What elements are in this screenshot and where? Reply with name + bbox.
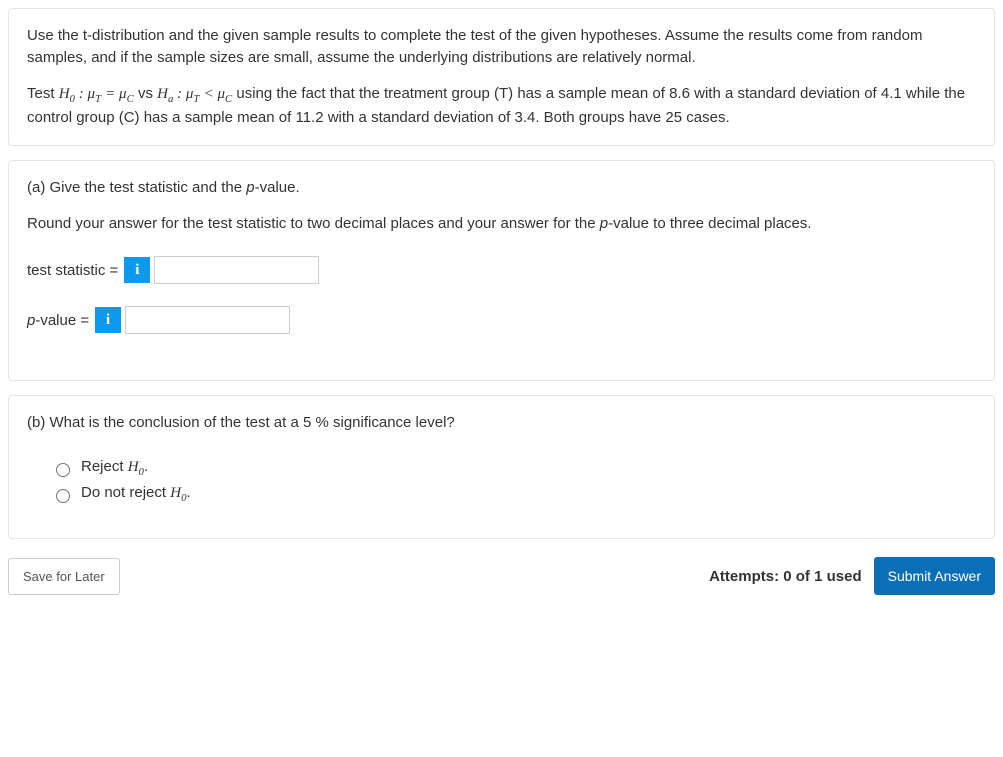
colon2: : bbox=[177, 86, 186, 102]
test-prefix: Test bbox=[27, 85, 59, 102]
radio-do-not-reject[interactable] bbox=[56, 489, 70, 503]
attempts-text: Attempts: 0 of 1 used bbox=[709, 568, 862, 585]
vs-text: vs bbox=[138, 85, 157, 102]
intro-paragraph-1: Use the t-distribution and the given sam… bbox=[27, 25, 976, 69]
H0: H0 bbox=[59, 86, 79, 102]
part-a-panel: (a) Give the test statistic and the p-va… bbox=[8, 160, 995, 382]
muC1: μC bbox=[119, 86, 134, 102]
info-icon[interactable]: i bbox=[95, 307, 121, 333]
radio-reject-label[interactable]: Reject H0. bbox=[81, 458, 148, 478]
eq: = bbox=[105, 86, 119, 102]
Ha: Ha bbox=[157, 86, 177, 102]
radio-option-do-not-reject: Do not reject H0. bbox=[51, 484, 976, 504]
radio-option-reject: Reject H0. bbox=[51, 458, 976, 478]
p-value-input[interactable] bbox=[125, 306, 290, 334]
info-icon[interactable]: i bbox=[124, 257, 150, 283]
hypothesis-paragraph: Test H0 : μT = μC vs Ha : μT < μC using … bbox=[27, 83, 976, 129]
muT2: μT bbox=[186, 86, 200, 102]
test-statistic-row: test statistic = i bbox=[27, 256, 976, 284]
intro-text-1: Use the t-distribution and the given sam… bbox=[27, 27, 922, 66]
submit-answer-button[interactable]: Submit Answer bbox=[874, 557, 995, 595]
p-value-label: p-value = bbox=[27, 312, 89, 329]
lt: < bbox=[204, 86, 218, 102]
footer-right: Attempts: 0 of 1 used Submit Answer bbox=[709, 557, 995, 595]
footer-row: Save for Later Attempts: 0 of 1 used Sub… bbox=[8, 553, 995, 595]
test-statistic-input[interactable] bbox=[154, 256, 319, 284]
part-a-prompt: (a) Give the test statistic and the p-va… bbox=[27, 177, 976, 199]
conclusion-radio-group: Reject H0. Do not reject H0. bbox=[51, 458, 976, 504]
muT1: μT bbox=[87, 86, 101, 102]
radio-do-not-reject-label[interactable]: Do not reject H0. bbox=[81, 484, 191, 504]
problem-statement-panel: Use the t-distribution and the given sam… bbox=[8, 8, 995, 146]
part-b-panel: (b) What is the conclusion of the test a… bbox=[8, 395, 995, 539]
radio-reject[interactable] bbox=[56, 463, 70, 477]
part-a-rounding: Round your answer for the test statistic… bbox=[27, 213, 976, 235]
muC2: μC bbox=[217, 86, 232, 102]
save-for-later-button[interactable]: Save for Later bbox=[8, 558, 120, 595]
test-statistic-label: test statistic = bbox=[27, 262, 118, 279]
p-value-row: p-value = i bbox=[27, 306, 976, 334]
part-b-prompt: (b) What is the conclusion of the test a… bbox=[27, 412, 976, 434]
